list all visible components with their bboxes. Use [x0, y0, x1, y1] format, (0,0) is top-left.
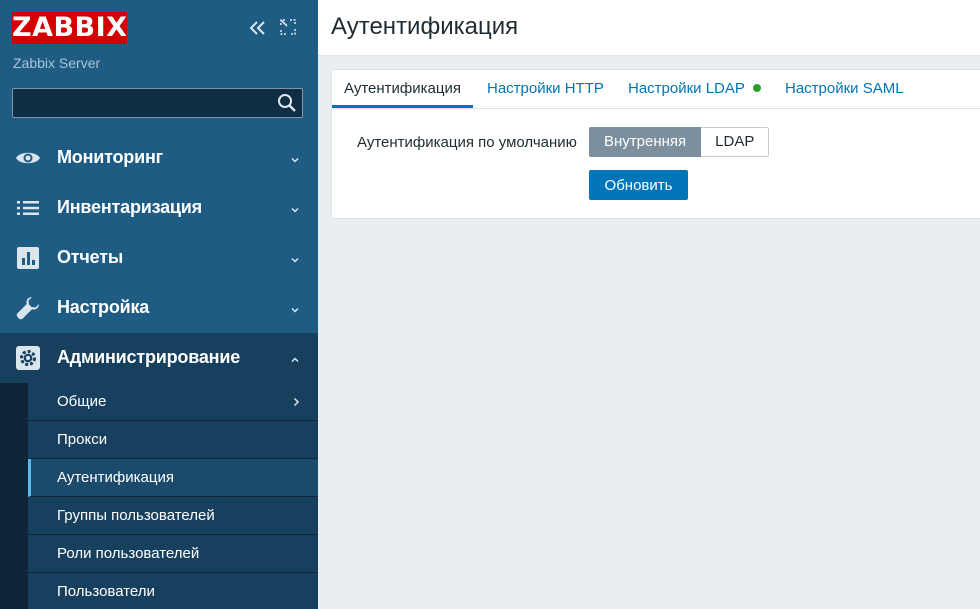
search-input[interactable]: [13, 89, 268, 117]
option-ldap[interactable]: LDAP: [701, 127, 770, 157]
submenu-label: Общие: [57, 393, 107, 410]
menu-label: Администрирование: [57, 347, 241, 367]
submenu-item-proxies[interactable]: Прокси: [28, 421, 318, 459]
page-title: Аутентификация: [331, 13, 519, 40]
menu-item-reports[interactable]: Отчеты: [0, 233, 318, 283]
page-header: Аутентификация: [318, 0, 980, 56]
update-button[interactable]: Обновить: [589, 170, 688, 200]
tab-label: Настройки LDAP: [628, 80, 745, 97]
submenu-item-users[interactable]: Пользователи: [28, 573, 318, 609]
submenu-label: Роли пользователей: [57, 545, 200, 562]
menu-item-inventory[interactable]: Инвентаризация: [0, 183, 318, 233]
submenu-item-authentication[interactable]: Аутентификация: [28, 459, 318, 497]
search-icon[interactable]: [276, 92, 298, 114]
status-dot-icon: [752, 84, 761, 93]
chevron-up-icon: [289, 353, 301, 365]
submenu-item-general[interactable]: Общие: [28, 383, 318, 421]
chevron-down-icon: [289, 303, 301, 315]
tab-bar: Аутентификация Настройки HTTP Настройки …: [332, 70, 980, 109]
chevron-down-icon: [289, 253, 301, 265]
menu-item-monitoring[interactable]: Мониторинг: [0, 133, 318, 183]
authentication-panel: Аутентификация Настройки HTTP Настройки …: [331, 69, 980, 219]
list-icon: [15, 195, 41, 221]
gear-icon: [15, 345, 41, 371]
submenu-label: Аутентификация: [57, 469, 174, 486]
default-auth-selector: Внутренняя LDAP: [589, 127, 770, 157]
kiosk-mode-icon[interactable]: [278, 17, 298, 37]
submenu-item-user-roles[interactable]: Роли пользователей: [28, 535, 318, 573]
bar-chart-icon: [15, 245, 41, 271]
menu-label: Отчеты: [57, 247, 124, 267]
chevron-down-icon: [289, 203, 301, 215]
menu-item-administration[interactable]: Администрирование: [0, 333, 318, 383]
submenu-label: Прокси: [57, 431, 108, 448]
option-internal[interactable]: Внутренняя: [589, 127, 702, 157]
default-auth-label: Аутентификация по умолчанию: [357, 134, 577, 151]
collapse-sidebar-icon[interactable]: [246, 17, 268, 39]
tab-authentication[interactable]: Аутентификация: [332, 80, 473, 108]
chevron-down-icon: [289, 153, 301, 165]
eye-icon: [15, 145, 41, 171]
submenu-label: Пользователи: [57, 583, 155, 600]
menu-label: Настройка: [57, 297, 150, 317]
tab-ldap-settings[interactable]: Настройки LDAP: [628, 80, 761, 108]
submenu-item-user-groups[interactable]: Группы пользователей: [28, 497, 318, 535]
tab-http-settings[interactable]: Настройки HTTP: [487, 80, 604, 108]
search-field: [12, 88, 303, 118]
menu-label: Мониторинг: [57, 147, 163, 167]
wrench-icon: [15, 295, 41, 321]
sidebar: ZABBIX Zabbix Server Мониторинг Инвентар…: [0, 0, 318, 609]
chevron-right-icon: [290, 395, 302, 407]
menu-label: Инвентаризация: [57, 197, 202, 217]
zabbix-logo[interactable]: ZABBIX: [12, 12, 127, 44]
tab-saml-settings[interactable]: Настройки SAML: [785, 80, 904, 108]
server-name: Zabbix Server: [13, 55, 101, 71]
administration-submenu: Общие Прокси Аутентификация Группы польз…: [0, 383, 318, 609]
submenu-label: Группы пользователей: [57, 507, 215, 524]
menu-item-configuration[interactable]: Настройка: [0, 283, 318, 333]
